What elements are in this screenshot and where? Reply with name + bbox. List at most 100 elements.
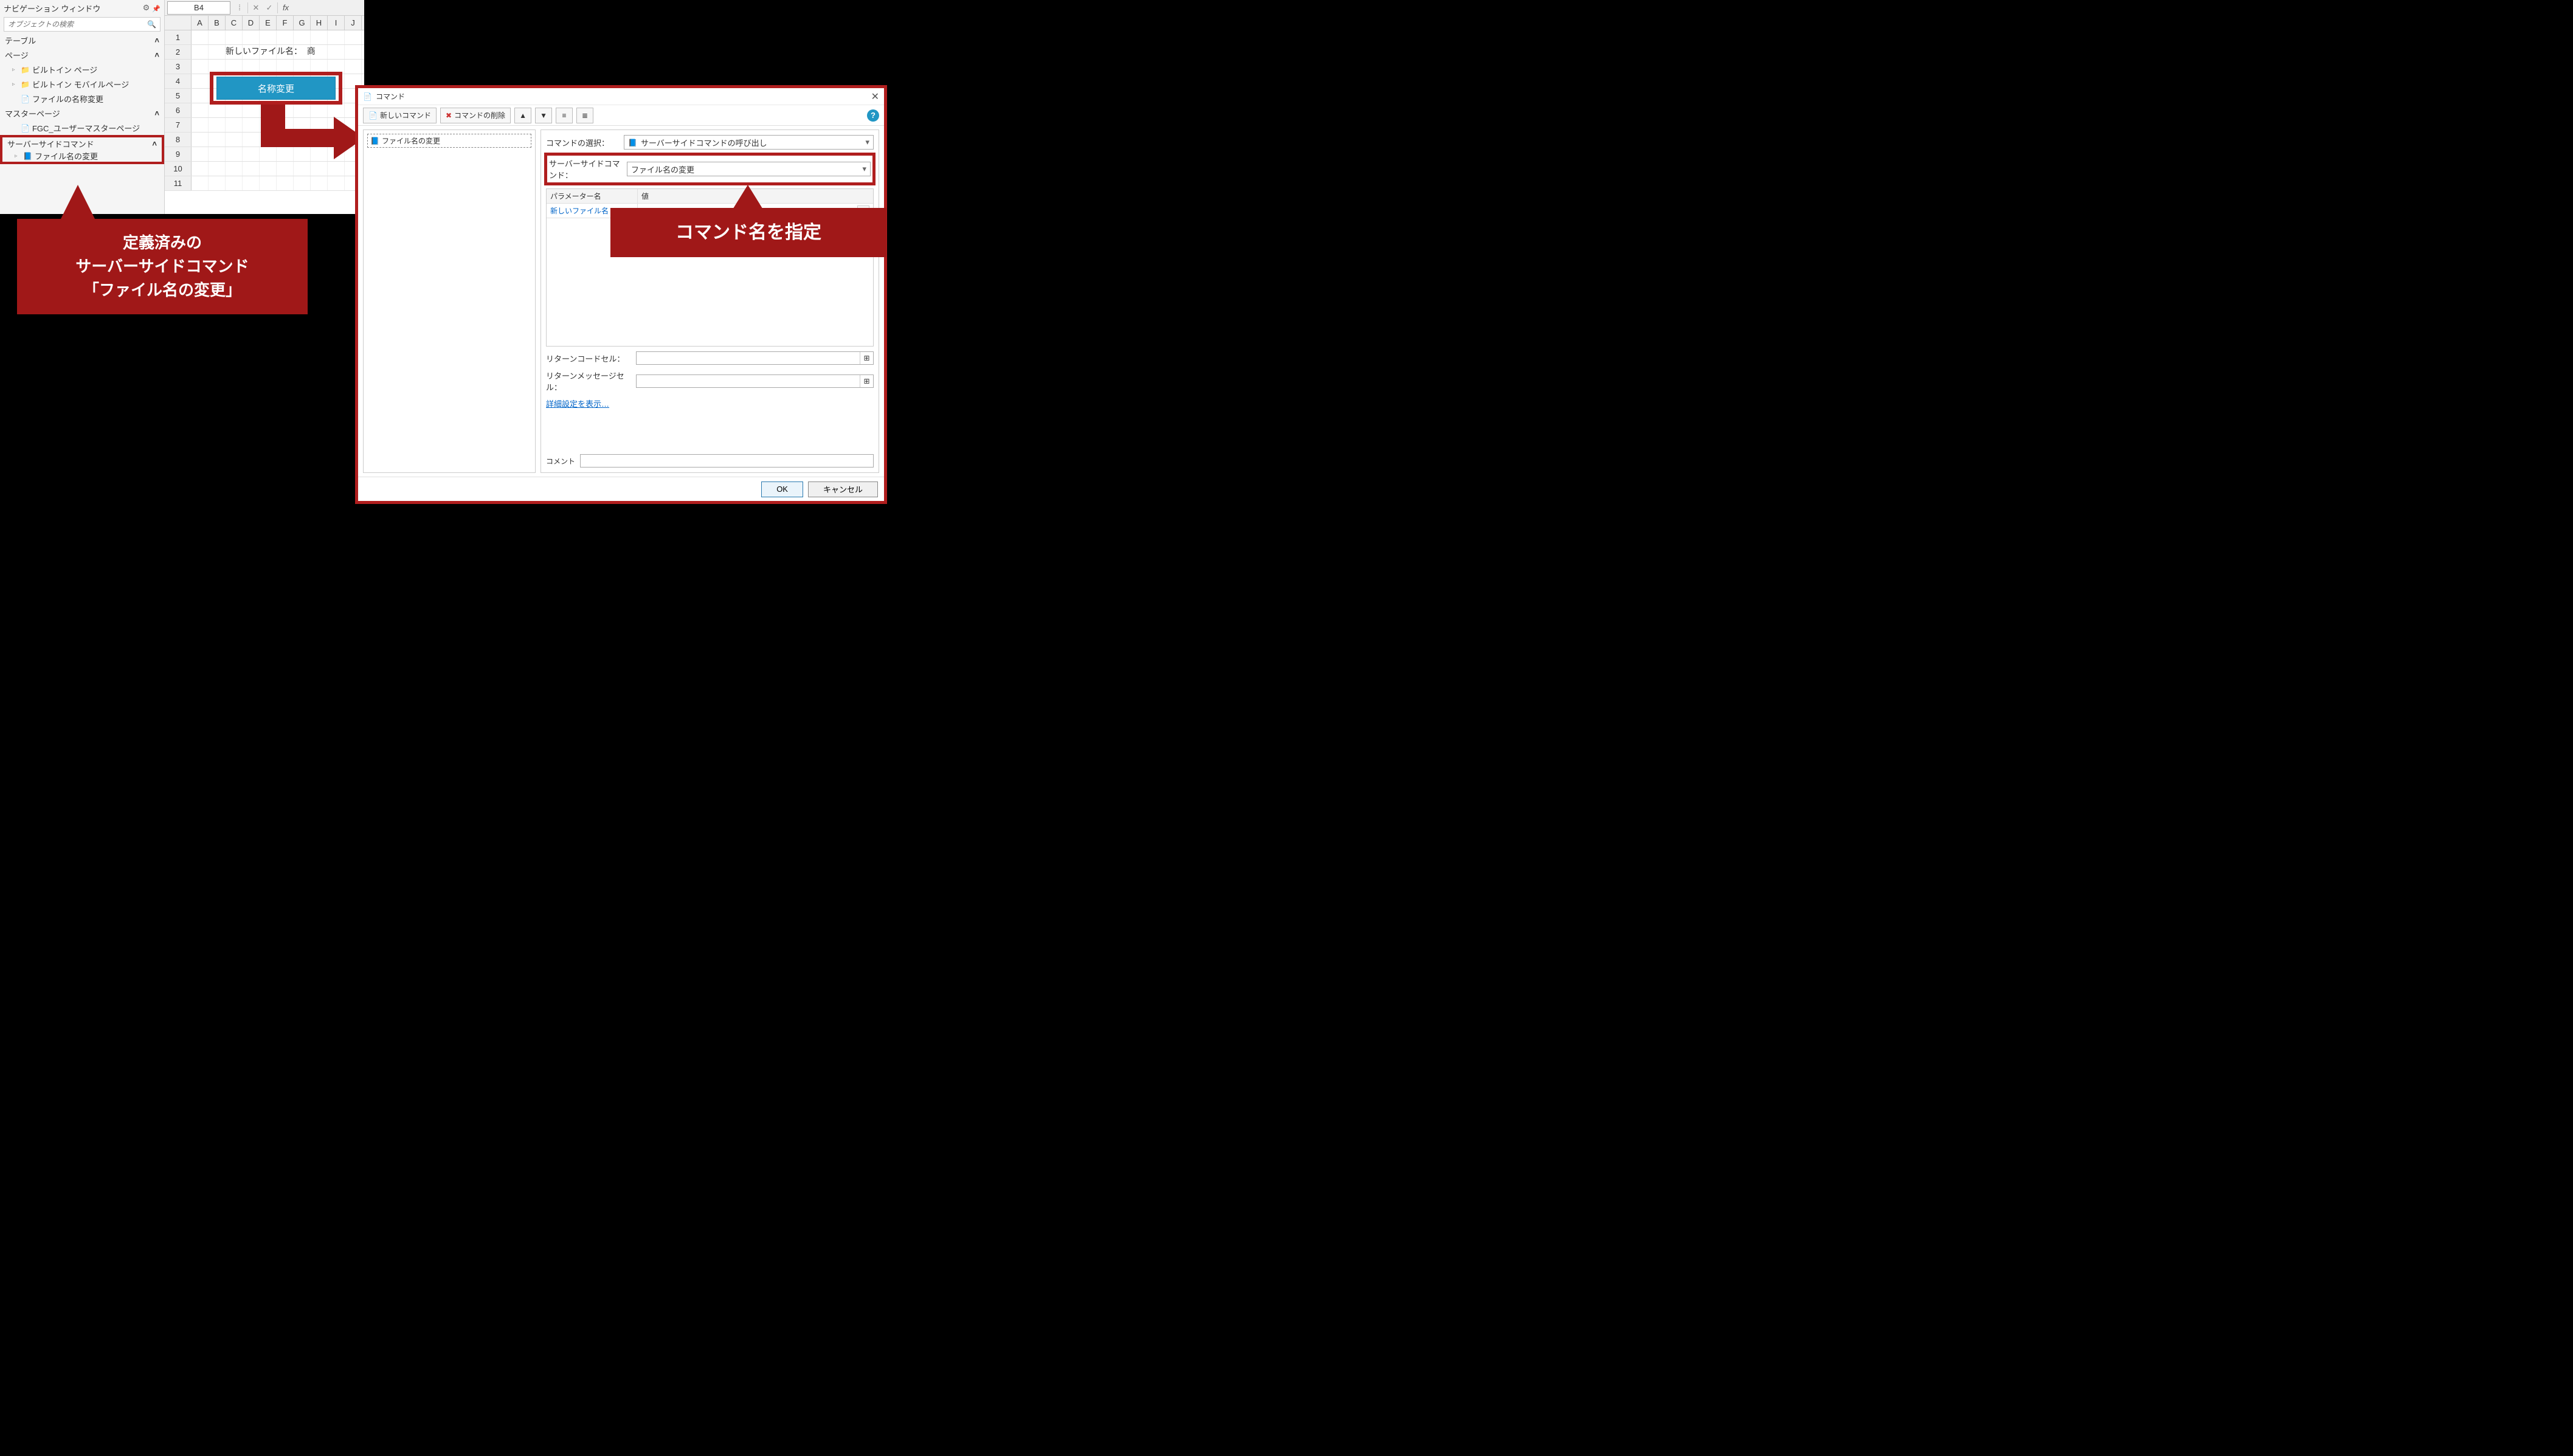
delete-command-button[interactable]: ✖ コマンドの削除	[440, 108, 511, 123]
command-select[interactable]: サーバーサイドコマンドの呼び出し ▾	[624, 135, 874, 150]
select-all-corner[interactable]	[165, 16, 192, 30]
row-header[interactable]: 1	[165, 30, 192, 44]
row-header[interactable]: 4	[165, 74, 192, 88]
col-header[interactable]: H	[311, 16, 328, 30]
formula-picker-icon[interactable]: ⊞	[860, 375, 873, 387]
col-header[interactable]: D	[243, 16, 260, 30]
cell[interactable]	[192, 89, 209, 103]
cell[interactable]	[311, 30, 328, 44]
cell[interactable]	[311, 176, 328, 190]
cell[interactable]	[209, 118, 226, 132]
indent-button[interactable]: ≣	[576, 108, 593, 123]
move-up-button[interactable]: ▲	[514, 108, 531, 123]
cell[interactable]	[328, 30, 345, 44]
fx-icon[interactable]: fx	[279, 3, 292, 12]
cancel-button[interactable]: キャンセル	[808, 481, 878, 497]
cell[interactable]	[294, 30, 311, 44]
nav-item-ssc-rename[interactable]: ▹ ファイル名の変更	[0, 150, 164, 164]
nav-section-master[interactable]: マスターページ	[0, 106, 164, 120]
col-header[interactable]: B	[209, 16, 226, 30]
nav-section-page[interactable]: ページ	[0, 47, 164, 62]
tree-node-rename[interactable]: ファイル名の変更	[367, 134, 531, 148]
cell[interactable]	[226, 147, 243, 161]
cell[interactable]	[209, 133, 226, 147]
cell[interactable]	[226, 118, 243, 132]
command-tree[interactable]: ファイル名の変更	[363, 129, 536, 473]
nav-item-file-rename-page[interactable]: ファイルの名称変更	[0, 91, 164, 106]
gear-icon[interactable]	[143, 3, 150, 13]
col-header[interactable]: I	[328, 16, 345, 30]
formula-picker-icon[interactable]: ⊞	[860, 352, 873, 364]
cell[interactable]	[209, 103, 226, 117]
outdent-button[interactable]: ≡	[556, 108, 573, 123]
nav-item-builtin-page[interactable]: ▹ ビルトイン ページ	[0, 62, 164, 77]
cell[interactable]	[192, 176, 209, 190]
return-code-input[interactable]: ⊞	[636, 351, 874, 365]
cell[interactable]	[209, 176, 226, 190]
comment-input[interactable]	[580, 454, 874, 468]
rename-button[interactable]: 名称変更	[216, 77, 336, 100]
cell[interactable]	[243, 30, 260, 44]
col-header[interactable]: E	[260, 16, 277, 30]
cell[interactable]	[192, 133, 209, 147]
cell[interactable]	[209, 30, 226, 44]
cancel-icon[interactable]: ✕	[249, 3, 263, 13]
col-header[interactable]: C	[226, 16, 243, 30]
row-header[interactable]: 11	[165, 176, 192, 190]
row-header[interactable]: 8	[165, 133, 192, 147]
help-icon[interactable]: ?	[867, 109, 879, 122]
cell[interactable]	[277, 176, 294, 190]
dropdown-icon[interactable]: ⁞	[233, 3, 246, 12]
cell[interactable]	[328, 45, 345, 59]
row-header[interactable]: 6	[165, 103, 192, 117]
cell[interactable]	[260, 30, 277, 44]
row-header[interactable]: 3	[165, 60, 192, 74]
cell[interactable]	[260, 176, 277, 190]
row-header[interactable]: 2	[165, 45, 192, 59]
sheet-grid[interactable]: A B C D E F G H I J 1234567891011 新しいファイ…	[165, 16, 364, 214]
cell[interactable]	[226, 30, 243, 44]
row-header[interactable]: 10	[165, 162, 192, 176]
enter-icon[interactable]: ✓	[263, 3, 276, 13]
advanced-settings-link[interactable]: 詳細設定を表示…	[546, 399, 609, 409]
row-header[interactable]: 9	[165, 147, 192, 161]
cell[interactable]	[192, 162, 209, 176]
col-header[interactable]: F	[277, 16, 294, 30]
cell[interactable]	[192, 30, 209, 44]
cell[interactable]	[243, 176, 260, 190]
nav-item-builtin-mobile[interactable]: ▹ ビルトイン モバイルページ	[0, 77, 164, 91]
cell[interactable]	[192, 45, 209, 59]
cell[interactable]	[192, 147, 209, 161]
return-message-input[interactable]: ⊞	[636, 374, 874, 388]
cell[interactable]	[192, 103, 209, 117]
cell[interactable]	[345, 30, 362, 44]
nav-section-ssc[interactable]: サーバーサイドコマンド	[0, 135, 164, 150]
cell[interactable]	[328, 176, 345, 190]
cell[interactable]	[192, 118, 209, 132]
col-header[interactable]: J	[345, 16, 362, 30]
nav-section-table[interactable]: テーブル	[0, 33, 164, 47]
cell[interactable]	[345, 45, 362, 59]
pin-icon[interactable]	[152, 4, 161, 13]
name-box[interactable]: B4	[167, 1, 230, 15]
nav-item-fgc-master[interactable]: FGC_ユーザーマスターページ	[0, 120, 164, 135]
cell[interactable]	[209, 45, 226, 59]
row-header[interactable]: 7	[165, 118, 192, 132]
cell[interactable]	[226, 133, 243, 147]
cell[interactable]	[226, 176, 243, 190]
new-command-button[interactable]: 新しいコマンド	[363, 108, 437, 123]
move-down-button[interactable]: ▼	[535, 108, 552, 123]
cell[interactable]	[226, 162, 243, 176]
cell[interactable]	[209, 162, 226, 176]
search-icon[interactable]	[143, 20, 160, 29]
col-header[interactable]: G	[294, 16, 311, 30]
cell[interactable]	[192, 74, 209, 88]
cell[interactable]	[226, 103, 243, 117]
row-header[interactable]: 5	[165, 89, 192, 103]
cell[interactable]	[294, 176, 311, 190]
cell[interactable]	[277, 30, 294, 44]
search-input[interactable]	[4, 20, 143, 29]
close-icon[interactable]: ✕	[871, 91, 879, 103]
ssc-select[interactable]: ファイル名の変更 ▾	[627, 162, 871, 176]
col-header[interactable]: A	[192, 16, 209, 30]
